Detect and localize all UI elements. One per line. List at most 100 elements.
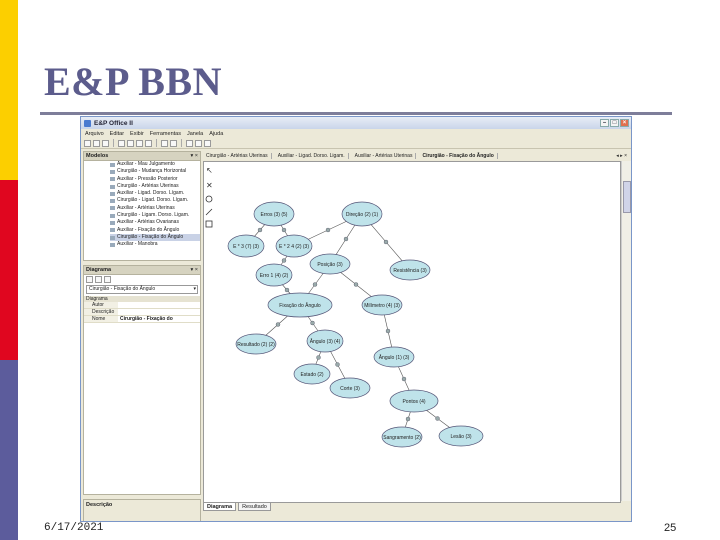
- tab-arterias-uterinas-auxiliar[interactable]: Auxiliar - Artérias Uterinas: [352, 152, 417, 159]
- list-item[interactable]: Auxiliar - Ligad. Dorso. Lígam.: [110, 190, 200, 197]
- menu-item[interactable]: Janela: [187, 131, 203, 137]
- tab-arterias-uterinas-cirurgiao[interactable]: Cirurgião - Artérias Uterinas: [203, 152, 272, 159]
- list-item-selected[interactable]: Cirurgião - Fixação do Ângulo: [110, 233, 200, 242]
- list-item[interactable]: Auxiliar - Fixação do Ângulo: [110, 227, 200, 234]
- undo-icon[interactable]: [161, 139, 168, 147]
- list-item[interactable]: Auxiliar - Artérias Ovarianas: [110, 219, 200, 226]
- list-item[interactable]: Auxiliar - Mau Julgamento: [110, 161, 200, 168]
- category-icon[interactable]: [95, 276, 102, 283]
- arc-tool-icon[interactable]: [205, 208, 213, 216]
- graph-node[interactable]: Pontos (4): [389, 389, 439, 413]
- property-row[interactable]: Descrição: [84, 309, 200, 316]
- edge-handle[interactable]: [284, 287, 290, 293]
- diagram-canvas[interactable]: Erros (3) (5) Direção (2) (1) E * 3 (7) (3…: [203, 161, 621, 503]
- copy-icon[interactable]: [136, 139, 143, 147]
- edge-handle[interactable]: [401, 376, 407, 382]
- tab-ligad-dorso-auxiliar[interactable]: Auxiliar - Ligad. Dorso. Ligam.: [275, 152, 349, 159]
- paste-icon[interactable]: [145, 139, 152, 147]
- graph-node[interactable]: Fixação do Ângulo: [267, 292, 333, 318]
- edge-handle[interactable]: [353, 282, 359, 287]
- list-item[interactable]: Cirurgião - Ligam. Dorso. Ligam.: [110, 212, 200, 219]
- edge-handle[interactable]: [281, 227, 287, 233]
- scrollbar-thumb[interactable]: [623, 181, 631, 213]
- menu-item[interactable]: Arquivo: [85, 131, 104, 137]
- zoom-out-icon[interactable]: [195, 139, 202, 147]
- graph-node[interactable]: Posição (3): [309, 253, 351, 275]
- zoom-fit-icon[interactable]: [204, 139, 211, 147]
- bbn-graph: Erros (3) (5) Direção (2) (1) E * 3 (7) (3…: [227, 201, 484, 448]
- edge-handle[interactable]: [383, 239, 389, 245]
- cut-icon[interactable]: [127, 139, 134, 147]
- graph-node[interactable]: Milímetro (4) (3): [361, 294, 403, 316]
- edge-handle[interactable]: [405, 416, 411, 422]
- edge-handle[interactable]: [281, 258, 287, 263]
- edge-handle[interactable]: [435, 416, 440, 421]
- tab-fixacao-angulo[interactable]: Cirurgião - Fixação do Ângulo: [419, 152, 498, 159]
- models-tree[interactable]: Auxiliar - Mau Julgamento Cirurgião - Mu…: [83, 161, 201, 261]
- models-panel-header: Modelos ▾ ×: [83, 151, 201, 161]
- edge-handle[interactable]: [257, 227, 263, 233]
- graph-node[interactable]: Erros (3) (5): [253, 201, 295, 227]
- edge-handle[interactable]: [385, 328, 391, 334]
- slide-number: 25: [664, 522, 677, 534]
- tab-diagrama[interactable]: Diagrama: [203, 502, 237, 511]
- list-item[interactable]: Cirurgião - Artérias Uterinas: [110, 183, 200, 190]
- graph-node[interactable]: Ângulo (1) (3): [373, 346, 415, 368]
- list-item[interactable]: Cirurgião - Mudança Horizontal: [110, 168, 200, 175]
- graph-node[interactable]: E * 2 4 (2) (3): [275, 234, 313, 258]
- node-tool-icon[interactable]: [205, 195, 213, 203]
- edge-handle[interactable]: [325, 227, 331, 233]
- redo-icon[interactable]: [170, 139, 177, 147]
- save-icon[interactable]: [102, 139, 109, 147]
- pointer-icon[interactable]: ↖: [206, 166, 213, 175]
- graph-node[interactable]: Sangramento (2): [381, 426, 423, 448]
- tab-nav-icon[interactable]: ◂ ▸ ×: [616, 153, 627, 159]
- sort-icon[interactable]: [86, 276, 93, 283]
- print-icon[interactable]: [118, 139, 125, 147]
- edge-handle[interactable]: [335, 362, 340, 367]
- menu-item[interactable]: Ajuda: [209, 131, 223, 137]
- window-titlebar[interactable]: E&P Office II – □ ×: [81, 117, 631, 129]
- toolbar-separator: [181, 139, 182, 147]
- menu-item[interactable]: Exibir: [130, 131, 144, 137]
- app-icon: [84, 119, 91, 127]
- panel-close-icon[interactable]: ▾ ×: [190, 267, 198, 273]
- zoom-in-icon[interactable]: [186, 139, 193, 147]
- graph-node[interactable]: Erro 1 (4) (2): [255, 263, 293, 287]
- list-item[interactable]: Auxiliar - Manobra: [110, 241, 200, 248]
- list-item[interactable]: Auxiliar - Pressão Posterior: [110, 176, 200, 183]
- edge-handle[interactable]: [275, 322, 281, 327]
- graph-node[interactable]: E * 3 (7) (3): [227, 234, 265, 258]
- window-title: E&P Office II: [94, 119, 133, 127]
- list-item[interactable]: Cirurgião - Ligad. Dorso. Lígam.: [110, 197, 200, 204]
- maximize-button[interactable]: □: [610, 119, 619, 127]
- close-button[interactable]: ×: [620, 119, 629, 127]
- graph-node[interactable]: Direção (2) (1): [341, 201, 383, 227]
- text-tool-icon[interactable]: [205, 220, 213, 228]
- delete-icon[interactable]: ✕: [206, 181, 213, 190]
- edge-handle[interactable]: [312, 282, 318, 287]
- vertical-scrollbar[interactable]: [621, 161, 631, 501]
- menu-item[interactable]: Editar: [110, 131, 124, 137]
- diagram-selector[interactable]: Cirurgião - Fixação do Ângulo ▾: [86, 285, 198, 294]
- minimize-button[interactable]: –: [600, 119, 609, 127]
- node-label: Pontos (4): [402, 399, 425, 405]
- graph-node[interactable]: Corte (3): [329, 377, 371, 399]
- graph-node[interactable]: Ângulo (3) (4): [306, 329, 344, 353]
- edge-handle[interactable]: [316, 355, 321, 360]
- new-icon[interactable]: [84, 139, 91, 147]
- properties-icon[interactable]: [104, 276, 111, 283]
- list-item[interactable]: Auxiliar - Artérias Uterinas: [110, 205, 200, 212]
- property-row[interactable]: Nome Cirurgião - Fixação do: [84, 316, 200, 323]
- graph-node[interactable]: Estado (2): [293, 363, 331, 385]
- panel-close-icon[interactable]: ▾ ×: [190, 153, 198, 159]
- edge-handle[interactable]: [343, 236, 349, 242]
- tab-resultado[interactable]: Resultado: [238, 502, 271, 511]
- graph-node[interactable]: Resultado (2) (2): [235, 333, 277, 355]
- open-icon[interactable]: [93, 139, 100, 147]
- edge-handle[interactable]: [310, 320, 315, 326]
- graph-node[interactable]: Lesão (3): [438, 425, 484, 447]
- graph-node[interactable]: Resistência (3): [389, 259, 431, 281]
- property-row[interactable]: Autor: [84, 302, 200, 309]
- menu-item[interactable]: Ferramentas: [150, 131, 181, 137]
